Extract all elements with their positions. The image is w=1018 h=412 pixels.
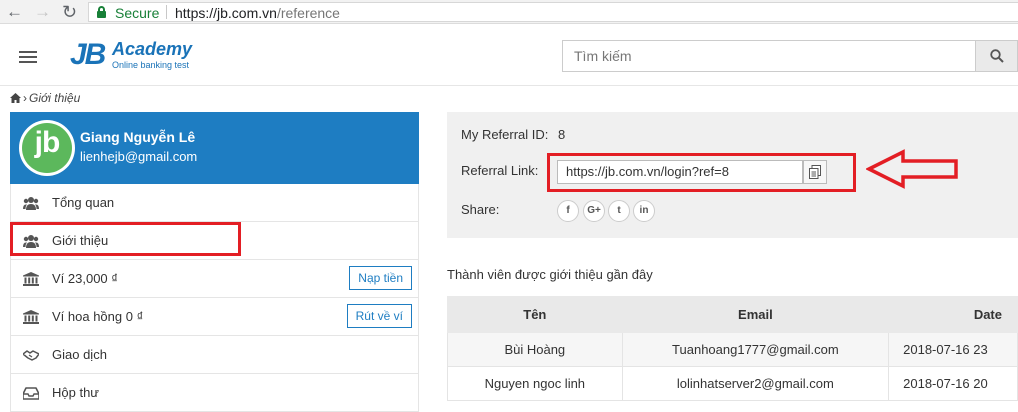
cell-date: 2018-07-16 23	[888, 332, 1018, 367]
address-divider	[166, 5, 167, 19]
profile-name: Giang Nguyễn Lê	[80, 129, 196, 145]
secure-label: Secure	[115, 5, 160, 21]
inbox-icon	[23, 387, 39, 400]
sidebar-item-label: Ví hoa hồng 0 ₫	[52, 309, 144, 324]
cell-name: Nguyen ngoc linh	[447, 366, 623, 401]
referral-id-label: My Referral ID:	[461, 127, 549, 142]
cell-date: 2018-07-16 20	[888, 366, 1018, 401]
sidebar-item-wallet[interactable]: Ví 23,000 ₫ Nạp tiền	[10, 260, 419, 298]
recent-referrals-title: Thành viên được giới thiệu gần đây	[447, 267, 653, 282]
profile-card: jb Giang Nguyễn Lê lienhejb@gmail.com	[10, 112, 419, 184]
address-bar[interactable]: Secure https://jb.com.vn/reference	[88, 2, 1018, 22]
sidebar-menu: Tổng quan Giới thiệu Ví 23,000 ₫ Nạp tiề…	[10, 184, 419, 412]
referral-link-field[interactable]: https://jb.com.vn/login?ref=8	[557, 160, 803, 184]
hamburger-menu-icon[interactable]	[19, 51, 37, 63]
sidebar-item-commission-wallet[interactable]: Ví hoa hồng 0 ₫ Rút về ví	[10, 298, 419, 336]
sidebar: jb Giang Nguyễn Lê lienhejb@gmail.com Tổ…	[10, 112, 419, 412]
sidebar-item-overview[interactable]: Tổng quan	[10, 184, 419, 222]
url-text[interactable]: https://jb.com.vn/reference	[175, 5, 340, 21]
table-row: Nguyen ngoc linh lolinhatserver2@gmail.c…	[447, 366, 1018, 401]
column-header-email: Email	[621, 296, 890, 333]
avatar: jb	[19, 120, 75, 176]
sidebar-item-transactions[interactable]: Giao dịch	[10, 336, 419, 374]
referral-link-label: Referral Link:	[461, 163, 539, 178]
users-icon	[23, 197, 39, 210]
bank-icon	[23, 310, 39, 324]
search-input[interactable]	[563, 41, 975, 71]
browser-toolbar: ← → ↻ Secure https://jb.com.vn/reference	[0, 0, 1018, 24]
facebook-share-icon[interactable]: f	[557, 200, 579, 222]
column-header-name: Tên	[447, 296, 623, 333]
google-plus-share-icon[interactable]: G+	[583, 200, 605, 222]
cell-email: lolinhatserver2@gmail.com	[621, 366, 890, 401]
forward-arrow-icon[interactable]: →	[34, 2, 51, 22]
copy-icon	[809, 165, 821, 179]
table-row: Bùi Hoàng Tuanhoang1777@gmail.com 2018-0…	[447, 332, 1018, 367]
copy-link-button[interactable]	[803, 160, 827, 184]
twitter-share-icon[interactable]: t	[608, 200, 630, 222]
search-box	[562, 40, 975, 72]
reload-icon[interactable]: ↻	[62, 2, 77, 22]
logo[interactable]: JB Academy Online banking test	[70, 38, 200, 74]
withdraw-to-wallet-button[interactable]: Rút về ví	[346, 304, 412, 328]
annotation-arrow-icon	[866, 149, 958, 189]
referral-menu-highlight	[10, 222, 241, 256]
cell-name: Bùi Hoàng	[447, 332, 623, 367]
logo-academy: Academy	[112, 39, 193, 59]
handshake-icon	[23, 350, 39, 361]
logo-tagline: Online banking test	[112, 60, 190, 70]
profile-email: lienhejb@gmail.com	[80, 149, 198, 164]
url-host: https://jb.com.vn	[175, 5, 277, 21]
sidebar-item-inbox[interactable]: Hộp thư	[10, 374, 419, 412]
sidebar-item-label: Giao dịch	[52, 347, 107, 362]
deposit-button[interactable]: Nạp tiền	[349, 266, 412, 290]
lock-icon	[97, 6, 106, 18]
search-icon	[990, 49, 1004, 63]
sidebar-item-label: Ví 23,000 ₫	[52, 271, 118, 286]
search-button[interactable]	[975, 40, 1018, 72]
back-arrow-icon[interactable]: ←	[6, 2, 23, 22]
referral-id-value: 8	[558, 127, 566, 142]
column-header-date: Date	[888, 296, 1018, 333]
breadcrumb-separator: ›	[23, 91, 27, 105]
recent-referrals-table: Tên Email Date Bùi Hoàng Tuanhoang1777@g…	[447, 296, 1018, 401]
app-header: JB Academy Online banking test	[0, 25, 1018, 86]
bank-icon	[23, 272, 39, 286]
home-icon[interactable]	[10, 91, 21, 105]
sidebar-item-label: Hộp thư	[52, 385, 100, 400]
share-label: Share:	[461, 202, 500, 217]
breadcrumb: › Giới thiệu	[10, 91, 80, 105]
logo-jb: JB	[70, 38, 106, 71]
breadcrumb-current: Giới thiệu	[29, 91, 81, 105]
linkedin-share-icon[interactable]: in	[633, 200, 655, 222]
table-header-row: Tên Email Date	[447, 296, 1018, 333]
avatar-text: jb	[34, 126, 61, 159]
sidebar-item-label: Tổng quan	[52, 195, 115, 210]
cell-email: Tuanhoang1777@gmail.com	[621, 332, 890, 367]
url-path: /reference	[276, 5, 340, 21]
